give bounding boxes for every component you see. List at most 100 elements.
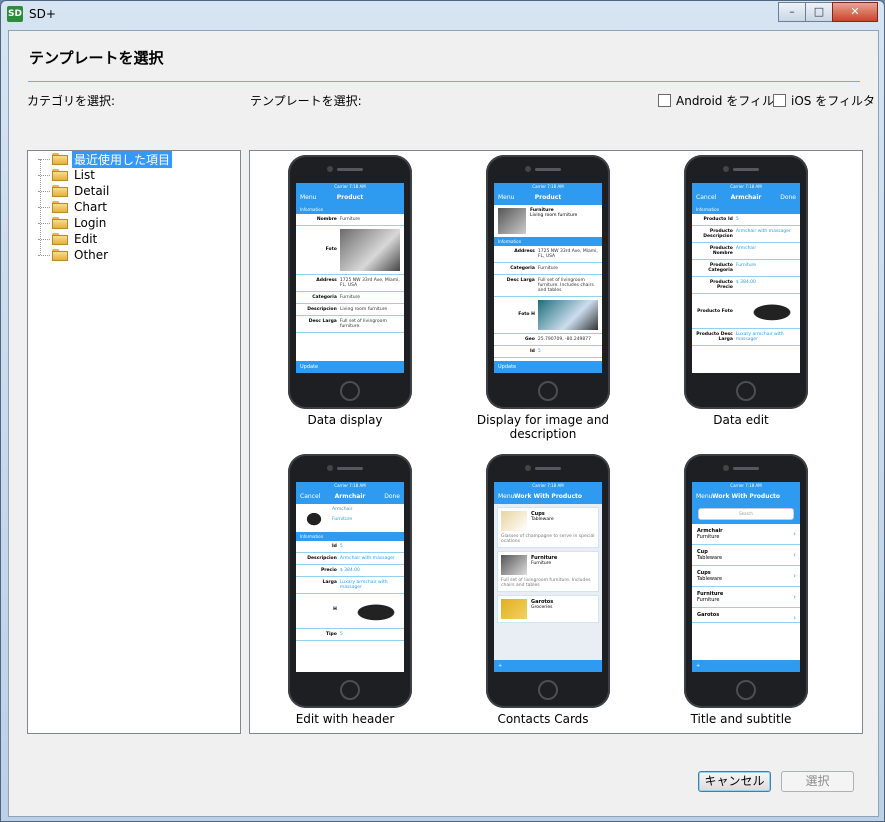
phone-toolbar: Update [296,361,404,373]
field-row: Precio $ 384.00 [296,565,404,577]
field-row: Producto Foto [692,294,800,329]
nav-title: Product [534,194,562,201]
android-filter-label: Android をフィルタ [676,94,786,108]
search-input: Search [698,508,794,520]
android-filter-checkbox[interactable]: Android をフィルタ [658,92,786,109]
photo-image [339,229,400,271]
folder-icon [52,217,68,229]
minimize-button[interactable]: – [778,2,806,22]
tree-item-label: Login [74,216,107,230]
status-bar: Carrier 7:18 AM [296,183,404,191]
chevron-right-icon: › [793,593,796,601]
title-bar[interactable]: SD SD+ – □ ✕ [1,1,884,27]
field-row: Producto Precio $ 384.00 [692,277,800,294]
phone-preview: Carrier 7:18 AM Menu Work With Producto S… [684,454,808,708]
field-row: Producto Desc Larga Luxary armchair with … [692,329,800,346]
home-button-icon [340,381,360,401]
template-caption: Edit with header [295,712,395,726]
home-button-icon [538,680,558,700]
field-row: Address 1725 NW 33rd Ave, Miami, FL, USA [296,275,404,292]
field-row: Id 5 [494,346,602,358]
maximize-button[interactable]: □ [805,2,833,22]
ios-filter-label: iOS をフィルタ [791,94,875,108]
close-button[interactable]: ✕ [832,2,878,22]
tree-item-label: Other [74,248,109,262]
status-bar: Carrier 7:18 AM [692,183,800,191]
phone-preview: Carrier 7:18 AM Menu Work With Producto C… [486,454,610,708]
header-row: Furniture Living room furniture [494,205,602,237]
chevron-right-icon: › [793,530,796,538]
select-button[interactable]: 選択 [781,771,854,792]
status-bar: Carrier 7:18 AM [494,183,602,191]
tree-item-other[interactable]: Other [38,247,110,263]
template-label: テンプレートを選択: [250,94,362,108]
nav-title: Work With Producto [513,493,583,500]
template-card-contacts-cards[interactable]: Carrier 7:18 AM Menu Work With Producto C… [448,450,638,726]
folder-icon [52,201,68,213]
folder-icon [52,233,68,245]
tree-item-label: Chart [74,200,107,214]
contact-card: Cups Tableware Glasses of champagne to ser… [497,507,599,548]
phone-nav-bar: Menu Product [296,191,404,205]
window-title: SD+ [29,7,56,21]
phone-screen: Carrier 7:18 AM Cancel Armchair Done Infor… [692,183,800,373]
photo-image [339,597,400,625]
phone-preview: Carrier 7:18 AM Menu Product Information … [288,155,412,409]
nav-right: Done [384,493,400,500]
tree-item-recent[interactable]: 最近使用した項目 [38,150,173,168]
template-card-image-description[interactable]: Carrier 7:18 AM Menu Product Furniture Liv… [448,151,638,441]
checkbox-box[interactable] [658,94,671,107]
template-caption: Contacts Cards [497,712,589,726]
home-button-icon [736,680,756,700]
folder-icon [52,185,68,197]
phone-preview: Carrier 7:18 AM Menu Product Furniture Liv… [486,155,610,409]
tree-item-login[interactable]: Login [38,215,108,231]
nav-right: Done [780,194,796,201]
tree-item-label: 最近使用した項目 [72,150,173,168]
nav-title: Armchair [334,493,366,500]
tree-item-chart[interactable]: Chart [38,199,109,215]
phone-nav-bar: Cancel Armchair Done [692,191,800,205]
list-item: Cup Tableware › [692,545,800,566]
field-row: Producto Nombre Armchair [692,243,800,260]
phone-screen: Carrier 7:18 AM Menu Work With Producto C… [494,482,602,672]
tree-item-edit[interactable]: Edit [38,231,99,247]
field-row: Desc Larga Full set of livingroom furnitu… [296,316,404,333]
field-row: Producto Descripcion Armchair with massag… [692,226,800,243]
template-card-data-display[interactable]: Carrier 7:18 AM Menu Product Information … [250,151,440,427]
chevron-right-icon: › [793,551,796,559]
list-item: Cups Tableware › [692,566,800,587]
nav-left: Menu [498,194,515,201]
phone-nav-bar: Cancel Armchair Done [296,490,404,504]
folder-icon [52,153,68,165]
template-card-title-subtitle[interactable]: Carrier 7:18 AM Menu Work With Producto S… [646,450,836,726]
template-gallery[interactable]: Carrier 7:18 AM Menu Product Information … [249,150,863,734]
phone-screen: Carrier 7:18 AM Menu Product Furniture Liv… [494,183,602,373]
list-item: Armchair Furniture › [692,524,800,545]
dialog-client: テンプレートを選択 カテゴリを選択: テンプレートを選択: Android をフ… [8,30,879,817]
field-row: Foto [296,226,404,275]
template-caption: Data display [307,413,383,427]
header-row: Armchair Furniture [296,504,404,532]
chevron-right-icon: › [793,614,796,622]
photo-image [537,300,598,330]
phone-nav-bar: Menu Work With Producto [494,490,602,504]
folder-icon [52,249,68,261]
field-row: Producto Categoria Furniture [692,260,800,277]
tree-item-list[interactable]: List [38,167,97,183]
phone-toolbar: + [692,660,800,672]
phone-nav-bar: Menu Product [494,191,602,205]
template-caption: Title and subtitle [690,712,792,726]
ios-filter-checkbox[interactable]: iOS をフィルタ [773,92,875,109]
field-row: Categoria Furniture [494,263,602,275]
page-title: テンプレートを選択 [29,49,164,67]
list-item: Furniture Furniture › [692,587,800,608]
template-card-data-edit[interactable]: Carrier 7:18 AM Cancel Armchair Done Infor… [646,151,836,427]
template-card-edit-header[interactable]: Carrier 7:18 AM Cancel Armchair Done Armch… [250,450,440,726]
cancel-button[interactable]: キャンセル [698,771,771,792]
tree-item-detail[interactable]: Detail [38,183,111,199]
checkbox-box[interactable] [773,94,786,107]
field-row: Descripcion Living room furniture [296,304,404,316]
category-tree[interactable]: 最近使用した項目 List Detail Chart Login Edit Ot… [27,150,241,734]
section-header: Information [494,237,602,246]
